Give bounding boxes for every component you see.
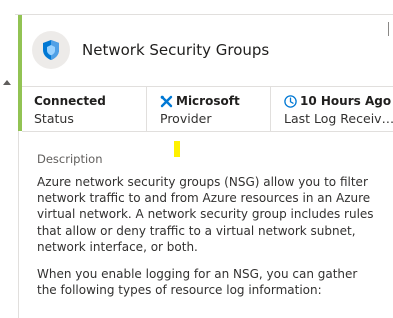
scroll-up-icon[interactable] (2, 72, 12, 85)
description-heading: Description (37, 152, 103, 166)
description-paragraph: When you enable logging for an NSG, you … (37, 267, 358, 298)
panel-header: Network Security Groups (22, 15, 393, 87)
clock-icon (284, 94, 297, 108)
last-log-value: 10 Hours Ago (300, 94, 392, 108)
status-cell: Connected Status (22, 87, 146, 131)
connector-info-row: Connected Status Microsoft Provider 10 H (22, 87, 393, 132)
shield-icon (43, 40, 59, 60)
status-value: Connected (34, 94, 106, 108)
provider-value: Microsoft (176, 94, 240, 108)
connector-icon-badge (32, 31, 70, 69)
page-title: Network Security Groups (82, 41, 270, 59)
last-log-label: Last Log Received (284, 111, 393, 126)
microsoft-tools-icon (160, 95, 173, 107)
panel-left-border (18, 131, 19, 318)
status-label: Status (34, 111, 74, 126)
description-paragraph: Azure network security groups (NSG) allo… (37, 175, 374, 254)
provider-label: Provider (160, 111, 212, 126)
last-log-cell: 10 Hours Ago Last Log Received (270, 87, 393, 131)
provider-cell: Microsoft Provider (146, 87, 270, 131)
description-body: Azure network security groups (NSG) allo… (37, 174, 377, 298)
highlight-marker (174, 141, 180, 157)
